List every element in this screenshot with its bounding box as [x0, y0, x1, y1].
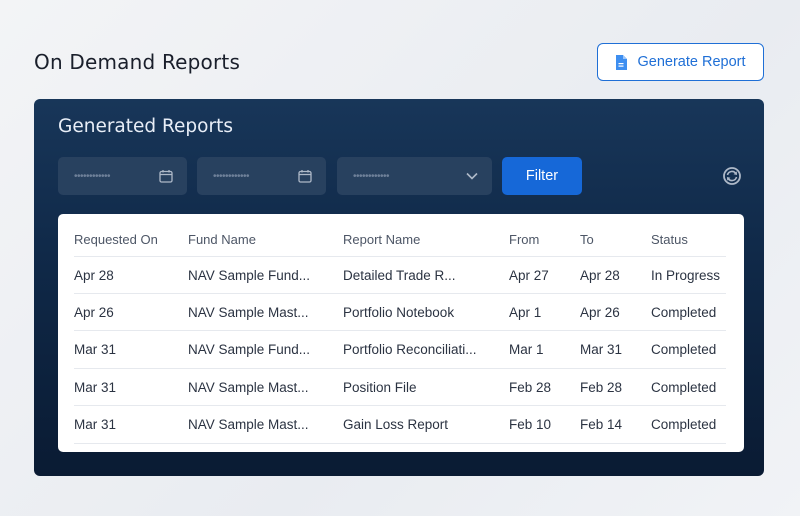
- requested-on-cell: Mar 31: [74, 417, 117, 432]
- filter-button[interactable]: Filter: [502, 157, 582, 195]
- date-from-input[interactable]: ••••••••••••: [58, 157, 187, 195]
- table-row[interactable]: Apr 26 NAV Sample Mast... Portfolio Note…: [74, 293, 726, 330]
- column-header[interactable]: Status: [651, 221, 688, 258]
- table-row[interactable]: Mar 31 NAV Sample Mast... Gain Loss Repo…: [74, 405, 726, 442]
- fund-name-cell: NAV Sample Mast...: [188, 305, 309, 320]
- generate-report-button[interactable]: Generate Report: [597, 43, 764, 81]
- table-row[interactable]: Mar 31 NAV Sample Fund... Portfolio Reco…: [74, 330, 726, 367]
- generate-report-label: Generate Report: [637, 54, 746, 70]
- report-name-cell[interactable]: Detailed Trade R...: [343, 257, 456, 294]
- date-to-input[interactable]: ••••••••••••: [197, 157, 326, 195]
- fund-select[interactable]: ••••••••••••: [337, 157, 492, 195]
- column-header[interactable]: Report Name: [343, 221, 420, 258]
- report-name-cell[interactable]: Gain Loss Report: [343, 406, 448, 443]
- chevron-down-icon: [466, 172, 478, 180]
- to-cell: Apr 26: [580, 305, 620, 320]
- calendar-icon[interactable]: [298, 169, 312, 183]
- table-row[interactable]: Apr 28 NAV Sample Fund... Detailed Trade…: [74, 256, 726, 293]
- status-cell: Completed: [651, 417, 717, 432]
- requested-on-cell: Apr 28: [74, 268, 114, 283]
- report-name-cell[interactable]: Position File: [343, 369, 417, 406]
- column-header[interactable]: From: [509, 221, 539, 258]
- requested-on-cell: Apr 26: [74, 305, 114, 320]
- fund-name-cell: NAV Sample Fund...: [188, 342, 311, 357]
- fund-name-cell: NAV Sample Fund...: [188, 268, 311, 283]
- status-cell: Completed: [651, 380, 717, 395]
- to-cell: Apr 28: [580, 268, 620, 283]
- from-cell: Apr 27: [509, 268, 549, 283]
- fund-name-cell: NAV Sample Mast...: [188, 380, 309, 395]
- to-cell: Mar 31: [580, 342, 623, 357]
- panel-title: Generated Reports: [58, 116, 233, 137]
- page-title: On Demand Reports: [34, 50, 241, 74]
- column-header[interactable]: To: [580, 221, 594, 258]
- fund-name-cell: NAV Sample Mast...: [188, 417, 309, 432]
- report-name-cell[interactable]: Portfolio Notebook: [343, 294, 454, 331]
- from-cell: Mar 1: [509, 342, 544, 357]
- requested-on-cell: Mar 31: [74, 342, 117, 357]
- from-cell: Feb 28: [509, 380, 552, 395]
- calendar-icon[interactable]: [159, 169, 173, 183]
- to-cell: Feb 14: [580, 417, 623, 432]
- table-bottom-divider: [74, 443, 726, 444]
- column-header[interactable]: Requested On: [74, 221, 158, 258]
- status-cell: Completed: [651, 342, 717, 357]
- report-name-cell[interactable]: Portfolio Reconciliati...: [343, 331, 477, 368]
- table-row[interactable]: Mar 31 NAV Sample Mast... Position File …: [74, 368, 726, 405]
- reports-table: Requested On Fund Name Report Name From …: [58, 214, 744, 452]
- generated-reports-panel: Generated Reports •••••••••••• •••••••••…: [34, 99, 764, 476]
- from-cell: Apr 1: [509, 305, 542, 320]
- document-icon: [615, 54, 628, 70]
- date-to-placeholder: ••••••••••••: [213, 170, 250, 182]
- status-cell: Completed: [651, 305, 717, 320]
- date-from-placeholder: ••••••••••••: [74, 170, 111, 182]
- from-cell: Feb 10: [509, 417, 552, 432]
- refresh-icon[interactable]: [722, 166, 742, 186]
- fund-select-placeholder: ••••••••••••: [353, 170, 390, 182]
- to-cell: Feb 28: [580, 380, 623, 395]
- table-header: Requested On Fund Name Report Name From …: [74, 221, 726, 258]
- status-cell: In Progress: [651, 268, 721, 283]
- requested-on-cell: Mar 31: [74, 380, 117, 395]
- column-header[interactable]: Fund Name: [188, 221, 256, 258]
